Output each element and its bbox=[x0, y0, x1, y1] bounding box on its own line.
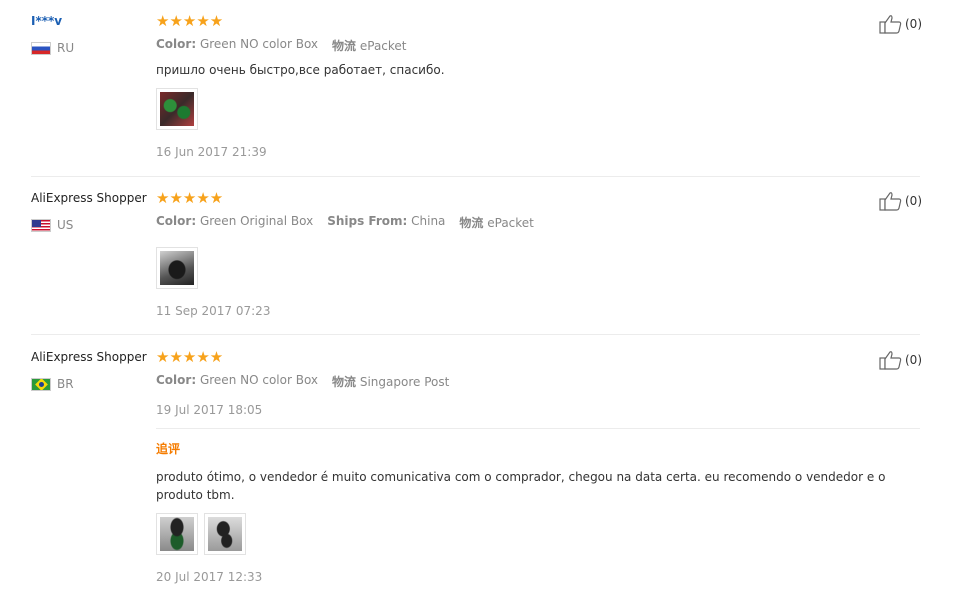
helpful-count: (0) bbox=[905, 194, 922, 208]
rating-stars: ★★★★★ bbox=[156, 348, 224, 366]
review-image-thumbnail[interactable] bbox=[156, 247, 198, 289]
review-image-thumbnail[interactable] bbox=[156, 513, 198, 555]
additional-review-date: 20 Jul 2017 12:33 bbox=[156, 570, 263, 584]
review-divider bbox=[31, 334, 920, 335]
review-date: 16 Jun 2017 21:39 bbox=[156, 145, 267, 159]
country-code: BR bbox=[57, 377, 74, 391]
thumbs-up-icon bbox=[879, 15, 902, 34]
thumbs-up-icon bbox=[879, 351, 902, 370]
helpful-button[interactable]: (0) bbox=[879, 14, 922, 34]
order-attributes: Color: Green Original Box Ships From: Ch… bbox=[156, 214, 534, 231]
additional-review-divider bbox=[156, 428, 920, 429]
additional-review-label: 追评 bbox=[156, 442, 181, 456]
reviewer-country: BR bbox=[31, 377, 74, 391]
reviewer-country: US bbox=[31, 218, 73, 232]
reviewer-name: AliExpress Shopper bbox=[31, 191, 147, 205]
star-rating: ★★★★★ bbox=[156, 350, 223, 365]
review-divider bbox=[31, 176, 920, 177]
rating-stars: ★★★★★ bbox=[156, 12, 224, 30]
review-images bbox=[156, 247, 198, 289]
helpful-button[interactable]: (0) bbox=[879, 350, 922, 370]
helpful-button[interactable]: (0) bbox=[879, 191, 922, 211]
order-attributes: Color: Green NO color Box 物流 Singapore P… bbox=[156, 373, 449, 390]
star-rating: ★★★★★ bbox=[156, 191, 223, 206]
review-image-thumbnail[interactable] bbox=[156, 88, 198, 130]
rating-stars: ★★★★★ bbox=[156, 189, 224, 207]
review-date: 19 Jul 2017 18:05 bbox=[156, 403, 263, 417]
reviewer-name[interactable]: I***v bbox=[31, 14, 62, 28]
attr-logistics: 物流 ePacket bbox=[332, 39, 407, 53]
attr-logistics: 物流 Singapore Post bbox=[332, 375, 450, 389]
usa-flag-icon bbox=[31, 218, 51, 232]
country-code: RU bbox=[57, 41, 75, 55]
russia-flag-icon bbox=[31, 41, 51, 55]
attr-color: Color: Green Original Box bbox=[156, 214, 314, 228]
helpful-count: (0) bbox=[905, 353, 922, 367]
review-date: 11 Sep 2017 07:23 bbox=[156, 304, 271, 318]
country-code: US bbox=[57, 218, 74, 232]
attr-ships-from: Ships From: China bbox=[327, 214, 446, 228]
order-attributes: Color: Green NO color Box 物流 ePacket bbox=[156, 37, 407, 54]
helpful-count: (0) bbox=[905, 17, 922, 31]
attr-logistics: 物流 ePacket bbox=[459, 216, 534, 230]
attr-color: Color: Green NO color Box bbox=[156, 373, 319, 387]
review-text: пришло очень быстро,все работает, спасиб… bbox=[156, 63, 445, 77]
star-rating: ★★★★★ bbox=[156, 14, 223, 29]
review-image-thumbnail[interactable] bbox=[204, 513, 246, 555]
thumbs-up-icon bbox=[879, 192, 902, 211]
brazil-flag-icon bbox=[31, 377, 51, 391]
additional-review-text: produto ótimo, o vendedor é muito comuni… bbox=[156, 470, 886, 502]
reviewer-country: RU bbox=[31, 41, 74, 55]
review-images bbox=[156, 513, 246, 555]
attr-color: Color: Green NO color Box bbox=[156, 37, 319, 51]
reviewer-name: AliExpress Shopper bbox=[31, 350, 147, 364]
review-images bbox=[156, 88, 198, 130]
